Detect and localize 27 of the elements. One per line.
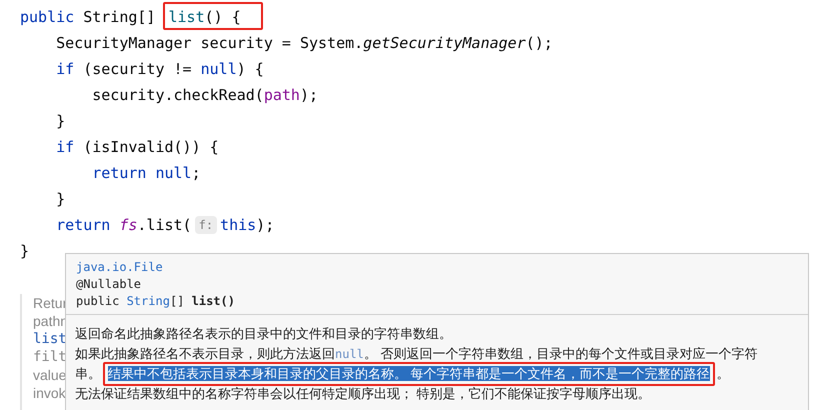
code-line: } [20, 241, 30, 262]
parameter-hint: f: [194, 216, 218, 234]
description-text: 无法保证结果数组中的名称字符串会以任何特定顺序出现； 特别是，它们不能保证按字母顺序出现。 [75, 385, 651, 403]
description-text: 。 [716, 365, 730, 383]
description-text: 如果此抽象路径名不表示目录，则此方法返回 null。 否则返回一个字符串数组，目录中的每个文件或目录对应一个字符 [75, 345, 758, 363]
code-line: return null; [91, 163, 201, 184]
code-line: SecurityManager security = System.getSecurityManager(); [55, 33, 553, 54]
code-line: if (isInvalid()) { [55, 137, 219, 158]
code-text: return fs.list( [55, 215, 192, 236]
description-text: 返回命名此抽象路径名表示的目录中的文件和目录的字符串数组。 [75, 325, 452, 343]
code-line: } [55, 189, 66, 210]
doc-text: Retur [33, 294, 68, 312]
code-line: if (security != null) { [55, 59, 264, 80]
signature-text: java.io.File [76, 259, 163, 276]
code-line: security.checkRead(path); [91, 85, 318, 106]
doc-text: list [33, 330, 67, 348]
code-text: this); [220, 215, 274, 236]
signature-text: @Nullable [76, 276, 142, 293]
selected-text: 结果中不包括表示目录本身和目录的父目录的名称。 每个字符串都是一个文件名，而不是一个完整的路径 [108, 365, 710, 383]
doc-text: invok [33, 384, 66, 402]
description-text: 串。 [75, 365, 101, 383]
code-text: list() { [168, 8, 241, 26]
code-line: } [55, 111, 66, 132]
signature-text: public String[] list() [76, 293, 235, 310]
doc-text: value [33, 366, 66, 384]
code-text: public String[] [20, 7, 156, 28]
doc-text: filt [33, 348, 67, 366]
